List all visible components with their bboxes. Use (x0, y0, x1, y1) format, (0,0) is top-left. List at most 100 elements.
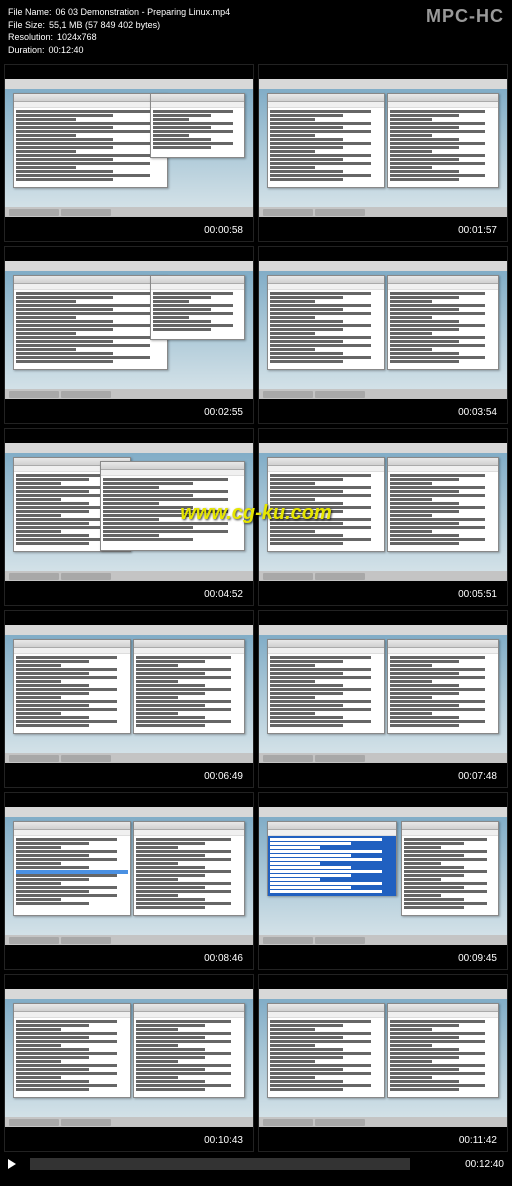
window-titlebar (388, 1004, 498, 1012)
desktop-taskbar (259, 389, 507, 399)
duration-label: Duration: (8, 44, 45, 57)
desktop-topbar (5, 625, 253, 635)
taskbar-button (61, 573, 111, 580)
taskbar-button (61, 1119, 111, 1126)
terminal-window (13, 821, 131, 916)
terminal-window (133, 821, 245, 916)
window-content (134, 654, 244, 730)
desktop-topbar (259, 625, 507, 635)
taskbar-button (315, 391, 365, 398)
window-titlebar (268, 1004, 384, 1012)
window-titlebar (151, 276, 244, 284)
terminal-window (387, 93, 499, 188)
window-content (14, 654, 130, 730)
desktop-taskbar (5, 1117, 253, 1127)
window-content (14, 1018, 130, 1094)
desktop-topbar (259, 261, 507, 271)
taskbar-button (263, 391, 313, 398)
thumbnail-timestamp: 00:09:45 (454, 952, 501, 965)
desktop-topbar (5, 79, 253, 89)
watermark-text: www.cg-ku.com (180, 502, 332, 525)
video-thumbnail[interactable]: 00:10:43 (4, 974, 254, 1152)
window-content (151, 108, 244, 152)
window-content (151, 290, 244, 334)
window-titlebar (268, 458, 384, 466)
window-content (388, 472, 498, 548)
desktop-topbar (259, 989, 507, 999)
taskbar-button (9, 209, 59, 216)
thumbnail-timestamp: 00:01:57 (454, 224, 501, 237)
window-content (268, 836, 396, 896)
thumbnail-timestamp: 00:05:51 (454, 588, 501, 601)
terminal-window (401, 821, 499, 916)
window-titlebar (268, 276, 384, 284)
window-content (268, 654, 384, 730)
terminal-window (13, 275, 168, 370)
thumbnail-timestamp: 00:02:55 (200, 406, 247, 419)
filename-label: File Name: (8, 6, 52, 19)
terminal-window (387, 275, 499, 370)
video-thumbnail[interactable]: 00:06:49 (4, 610, 254, 788)
player-footer: 00:12:40 (0, 1154, 512, 1174)
desktop-taskbar (259, 1117, 507, 1127)
desktop-taskbar (259, 571, 507, 581)
video-thumbnail[interactable]: 00:11:42 (258, 974, 508, 1152)
taskbar-button (9, 755, 59, 762)
window-titlebar (101, 462, 244, 470)
window-content (388, 290, 498, 366)
terminal-window (133, 1003, 245, 1098)
video-thumbnail[interactable]: 00:01:57 (258, 64, 508, 242)
window-titlebar (14, 94, 167, 102)
video-thumbnail[interactable]: 00:09:45 (258, 792, 508, 970)
window-titlebar (268, 94, 384, 102)
terminal-window (267, 1003, 385, 1098)
window-content (388, 108, 498, 184)
desktop-taskbar (259, 935, 507, 945)
video-thumbnail[interactable]: 00:07:48 (258, 610, 508, 788)
taskbar-button (263, 937, 313, 944)
video-thumbnail[interactable]: 00:00:58 (4, 64, 254, 242)
taskbar-button (61, 755, 111, 762)
window-content (14, 836, 130, 908)
taskbar-button (315, 1119, 365, 1126)
window-titlebar (402, 822, 498, 830)
window-content (268, 108, 384, 184)
duration-value: 00:12:40 (49, 44, 84, 57)
taskbar-button (61, 937, 111, 944)
window-titlebar (134, 640, 244, 648)
video-thumbnail[interactable]: 00:02:55 (4, 246, 254, 424)
desktop-topbar (259, 443, 507, 453)
desktop-topbar (259, 807, 507, 817)
window-titlebar (268, 640, 384, 648)
video-thumbnail[interactable]: 00:08:46 (4, 792, 254, 970)
taskbar-button (315, 209, 365, 216)
taskbar-button (263, 755, 313, 762)
window-content (388, 1018, 498, 1094)
player-controls (8, 1158, 418, 1170)
terminal-window (267, 821, 397, 896)
terminal-window (267, 275, 385, 370)
desktop-taskbar (5, 207, 253, 217)
thumbnail-timestamp: 00:11:42 (455, 1134, 501, 1147)
terminal-window (387, 457, 499, 552)
thumbnail-timestamp: 00:08:46 (200, 952, 247, 965)
terminal-window (267, 639, 385, 734)
thumbnail-timestamp: 00:07:48 (454, 770, 501, 783)
taskbar-button (263, 1119, 313, 1126)
taskbar-button (315, 573, 365, 580)
desktop-topbar (5, 261, 253, 271)
window-titlebar (14, 276, 167, 284)
progress-bar[interactable] (30, 1158, 410, 1170)
window-content (134, 836, 244, 912)
window-titlebar (388, 94, 498, 102)
window-titlebar (14, 640, 130, 648)
video-thumbnail[interactable]: 00:03:54 (258, 246, 508, 424)
window-titlebar (134, 822, 244, 830)
thumbnail-timestamp: 00:00:58 (200, 224, 247, 237)
play-icon[interactable] (8, 1159, 16, 1169)
taskbar-button (315, 755, 365, 762)
window-titlebar (14, 822, 130, 830)
desktop-taskbar (259, 753, 507, 763)
taskbar-button (9, 391, 59, 398)
desktop-taskbar (5, 753, 253, 763)
